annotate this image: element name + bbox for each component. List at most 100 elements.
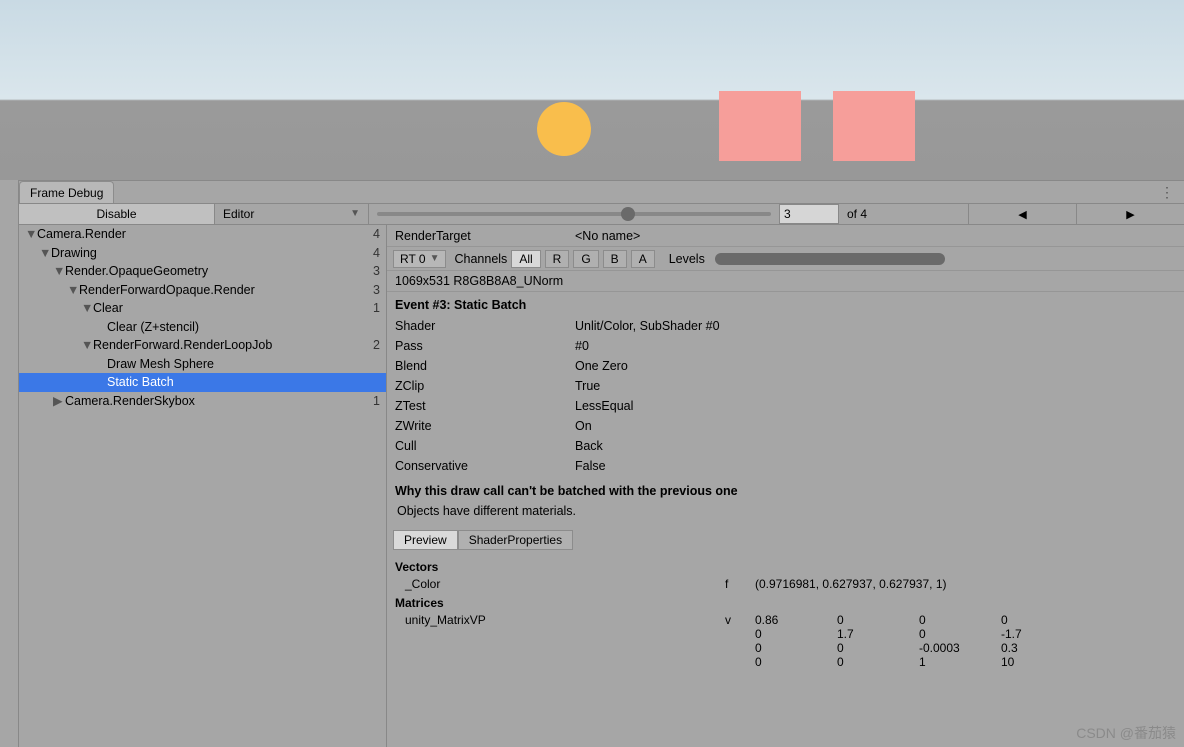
vector-value: (0.9716981, 0.627937, 0.627937, 1): [755, 577, 947, 591]
tab-frame-debug[interactable]: Frame Debug: [19, 181, 114, 203]
tree-item[interactable]: ▼Render.OpaqueGeometry3: [19, 262, 386, 281]
tree-item-count: 1: [373, 301, 380, 315]
channel-a-button[interactable]: A: [631, 250, 655, 268]
property-key: Shader: [395, 319, 575, 333]
tree-item-count: 1: [373, 394, 380, 408]
toolbar: Disable Editor ▼ of 4 ◀ ▶: [19, 203, 1184, 225]
levels-slider[interactable]: [715, 253, 945, 265]
dropdown-arrow-icon: ▼: [430, 253, 440, 264]
property-key: Cull: [395, 439, 575, 453]
tree-arrow-icon: ▼: [67, 283, 77, 297]
tree-item-label: RenderForward.RenderLoopJob: [93, 338, 272, 352]
tree-item[interactable]: ▶Camera.RenderSkybox1: [19, 392, 386, 411]
event-step-input[interactable]: [779, 204, 839, 224]
matrices-heading: Matrices: [387, 592, 1184, 612]
watermark: CSDN @番茄猿: [1076, 723, 1176, 743]
property-value: #0: [575, 339, 589, 353]
target-dropdown[interactable]: Editor ▼: [215, 204, 369, 224]
property-key: ZWrite: [395, 419, 575, 433]
event-tree[interactable]: ▼Camera.Render4▼Drawing4▼Render.OpaqueGe…: [19, 225, 387, 747]
batch-reason: Objects have different materials.: [387, 502, 1184, 526]
property-value: True: [575, 379, 600, 393]
tree-item[interactable]: ▼RenderForwardOpaque.Render 3: [19, 281, 386, 300]
tree-item-count: 3: [373, 264, 380, 278]
matrix-cell: -1.7: [1001, 627, 1083, 641]
scene-sphere: [537, 102, 591, 156]
channel-r-button[interactable]: R: [545, 250, 570, 268]
slider-thumb[interactable]: [621, 207, 635, 221]
tree-arrow-icon: ▼: [39, 246, 49, 260]
matrix-cell: 0.86: [755, 613, 837, 627]
matrix-cell: 0.3: [1001, 641, 1083, 655]
property-row: Pass#0: [387, 336, 1184, 356]
tree-item[interactable]: Static Batch: [19, 373, 386, 392]
tree-item[interactable]: ▼RenderForward.RenderLoopJob2: [19, 336, 386, 355]
prev-event-button[interactable]: ◀: [968, 204, 1076, 224]
property-value: False: [575, 459, 606, 473]
tree-item[interactable]: ▼Camera.Render4: [19, 225, 386, 244]
property-row: BlendOne Zero: [387, 356, 1184, 376]
property-key: Conservative: [395, 459, 575, 473]
tree-item-label: Drawing: [51, 246, 97, 260]
event-slider[interactable]: [369, 204, 779, 224]
levels-label: Levels: [669, 252, 705, 266]
matrix-cell: 0: [837, 655, 919, 669]
tree-arrow-icon: ▶: [53, 393, 63, 408]
property-row: ZClipTrue: [387, 376, 1184, 396]
property-value: LessEqual: [575, 399, 633, 413]
matrix-cell: 0: [919, 627, 1001, 641]
property-key: ZClip: [395, 379, 575, 393]
render-target-value: <No name>: [575, 229, 640, 243]
tab-menu-icon[interactable]: ⋮: [1160, 184, 1184, 201]
tree-item[interactable]: Draw Mesh Sphere: [19, 355, 386, 374]
matrix-cell: 0: [837, 641, 919, 655]
property-key: Pass: [395, 339, 575, 353]
tree-item-label: Clear: [93, 301, 123, 315]
event-details: RenderTarget <No name> RT 0 ▼ Channels A…: [387, 225, 1184, 747]
matrix-cell: 0: [837, 613, 919, 627]
tree-item[interactable]: ▼Clear 1: [19, 299, 386, 318]
channel-g-button[interactable]: G: [573, 250, 598, 268]
vector-row: _Color f (0.9716981, 0.627937, 0.627937,…: [387, 576, 1184, 592]
tree-item-count: 3: [373, 283, 380, 297]
vector-type: f: [725, 577, 755, 591]
tree-item-label: Static Batch: [107, 375, 174, 389]
dropdown-arrow-icon: ▼: [350, 204, 360, 224]
channel-all-button[interactable]: All: [511, 250, 540, 268]
rt-index-dropdown[interactable]: RT 0 ▼: [393, 250, 446, 268]
tree-item[interactable]: Clear (Z+stencil): [19, 318, 386, 337]
matrix-cell: 0: [755, 627, 837, 641]
next-event-button[interactable]: ▶: [1076, 204, 1184, 224]
matrix-row: unity_MatrixVP v 0.8600001.70-1.700-0.00…: [387, 612, 1184, 670]
matrix-cell: 1.7: [837, 627, 919, 641]
property-key: ZTest: [395, 399, 575, 413]
frame-debug-panel: Frame Debug ⋮ Disable Editor ▼ of 4 ◀ ▶ …: [18, 180, 1184, 747]
tree-item-count: 4: [373, 227, 380, 241]
property-row: ShaderUnlit/Color, SubShader #0: [387, 316, 1184, 336]
property-key: Blend: [395, 359, 575, 373]
tree-item-label: Clear (Z+stencil): [107, 320, 199, 334]
channel-b-button[interactable]: B: [603, 250, 627, 268]
render-target-label: RenderTarget: [395, 229, 575, 243]
property-value: Back: [575, 439, 603, 453]
tab-preview[interactable]: Preview: [393, 530, 458, 550]
tab-shader-properties[interactable]: ShaderProperties: [458, 530, 573, 550]
matrix-name: unity_MatrixVP: [405, 613, 725, 669]
property-value: One Zero: [575, 359, 628, 373]
scene-view: [0, 0, 1184, 180]
matrix-cell: 0: [1001, 613, 1083, 627]
property-value: Unlit/Color, SubShader #0: [575, 319, 720, 333]
matrix-cell: 0: [755, 655, 837, 669]
render-target-row: RenderTarget <No name>: [387, 225, 1184, 247]
tree-item-count: 4: [373, 246, 380, 260]
matrix-cell: 0: [919, 613, 1001, 627]
tree-arrow-icon: ▼: [81, 301, 91, 315]
tree-item-label: Camera.Render: [37, 227, 126, 241]
disable-button[interactable]: Disable: [19, 204, 215, 224]
scene-cube-2: [833, 91, 915, 161]
tree-item-label: RenderForwardOpaque.Render: [79, 283, 255, 297]
event-title: Event #3: Static Batch: [387, 292, 1184, 316]
property-row: ZWriteOn: [387, 416, 1184, 436]
tree-item[interactable]: ▼Drawing 4: [19, 244, 386, 263]
channels-label: Channels: [454, 252, 507, 266]
